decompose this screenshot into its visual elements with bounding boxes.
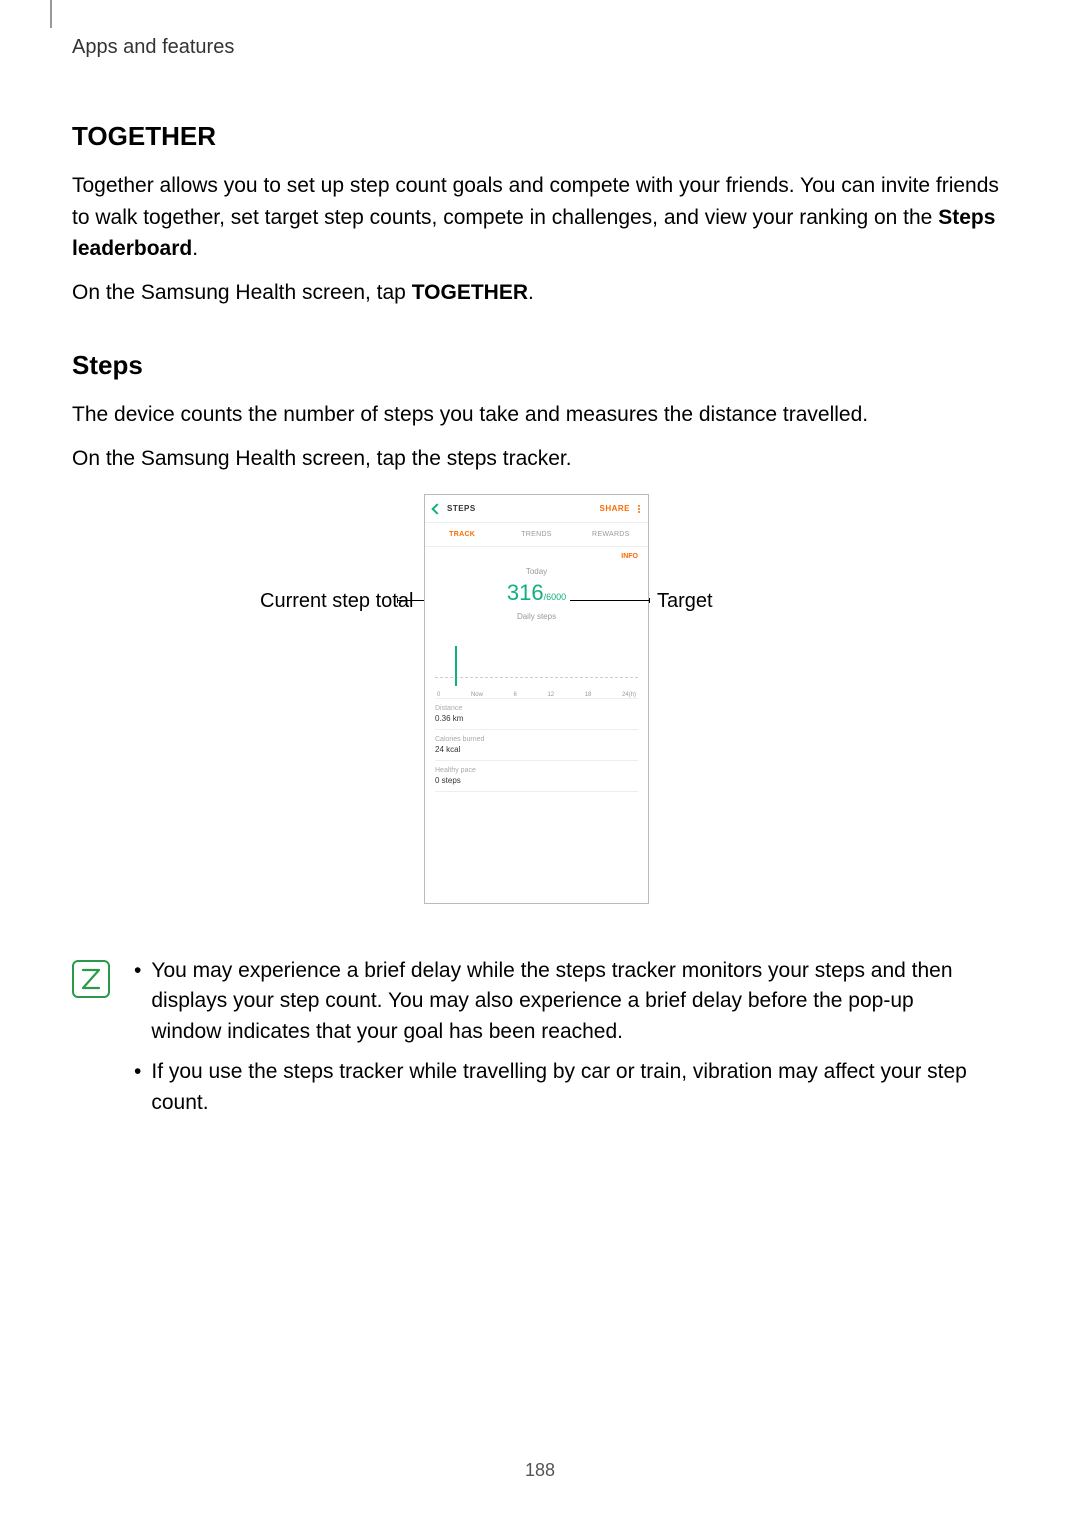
together-tap-bold: TOGETHER <box>412 281 528 304</box>
chart-bar <box>455 646 457 686</box>
phone-top-bar: STEPS SHARE <box>425 495 648 523</box>
note-text-2: If you use the steps tracker while trave… <box>151 1057 988 1118</box>
calories-label: Calories burned <box>435 736 638 743</box>
together-instruction: On the Samsung Health screen, tap TOGETH… <box>72 277 1008 309</box>
note-block: • You may experience a brief delay while… <box>72 956 1008 1128</box>
bullet-icon: • <box>134 956 141 1047</box>
xaxis-24: 24(h) <box>622 692 636 698</box>
note-text-1: You may experience a brief delay while t… <box>151 956 988 1047</box>
document-page: Apps and features TOGETHER Together allo… <box>0 0 1080 1128</box>
stat-calories: Calories burned 24 kcal <box>435 730 638 761</box>
tab-rewards[interactable]: REWARDS <box>574 523 648 546</box>
together-description: Together allows you to set up step count… <box>72 170 1008 265</box>
callout-target: Target <box>657 590 713 613</box>
xaxis-12: 12 <box>547 692 554 698</box>
steps-chart: 0 Now 6 12 18 24(h) <box>435 629 638 699</box>
steps-description-1: The device counts the number of steps yo… <box>72 399 1008 431</box>
more-icon[interactable] <box>638 505 640 513</box>
stat-distance: Distance 0.36 km <box>435 699 638 730</box>
step-goal-value: /6000 <box>544 592 567 602</box>
xaxis-18: 18 <box>585 692 592 698</box>
info-button[interactable]: INFO <box>621 553 638 560</box>
phone-body: INFO Today 316/6000 Daily steps 0 Now 6 … <box>425 547 648 792</box>
tab-trends[interactable]: TRENDS <box>499 523 573 546</box>
share-button[interactable]: SHARE <box>599 504 630 513</box>
distance-value: 0.36 km <box>435 714 638 723</box>
xaxis-now: Now <box>471 692 483 698</box>
steps-figure: Current step total STEPS SHARE TRACK TRE… <box>72 494 1008 944</box>
calories-value: 24 kcal <box>435 745 638 754</box>
phone-screenshot: STEPS SHARE TRACK TRENDS REWARDS INFO To… <box>424 494 649 904</box>
note-icon <box>72 960 110 998</box>
margin-tab <box>50 0 52 28</box>
distance-label: Distance <box>435 705 638 712</box>
stat-pace: Healthy pace 0 steps <box>435 761 638 792</box>
breadcrumb: Apps and features <box>72 36 1008 59</box>
step-count-value: 316 <box>507 580 544 605</box>
pace-label: Healthy pace <box>435 767 638 774</box>
together-text-post: . <box>192 237 198 260</box>
chart-dashed-line <box>435 677 638 678</box>
back-icon[interactable] <box>431 503 442 514</box>
together-heading: TOGETHER <box>72 121 1008 152</box>
tab-track[interactable]: TRACK <box>425 523 499 546</box>
xaxis-6: 6 <box>514 692 517 698</box>
xaxis-0: 0 <box>437 692 440 698</box>
note-item-1: • You may experience a brief delay while… <box>134 956 988 1047</box>
phone-tabs: TRACK TRENDS REWARDS <box>425 523 648 547</box>
page-number: 188 <box>0 1460 1080 1481</box>
note-item-2: • If you use the steps tracker while tra… <box>134 1057 988 1118</box>
daily-steps-label: Daily steps <box>435 612 638 621</box>
instr-post: . <box>528 281 534 304</box>
steps-description-2: On the Samsung Health screen, tap the st… <box>72 443 1008 475</box>
pace-value: 0 steps <box>435 776 638 785</box>
today-label: Today <box>435 567 638 576</box>
instr-pre: On the Samsung Health screen, tap <box>72 281 412 304</box>
steps-heading: Steps <box>72 350 1008 381</box>
leader-line-right <box>570 600 650 601</box>
bullet-icon: • <box>134 1057 141 1118</box>
together-text-pre: Together allows you to set up step count… <box>72 174 999 229</box>
phone-screen-title: STEPS <box>447 504 476 513</box>
callout-current-step-total: Current step total <box>260 590 413 613</box>
